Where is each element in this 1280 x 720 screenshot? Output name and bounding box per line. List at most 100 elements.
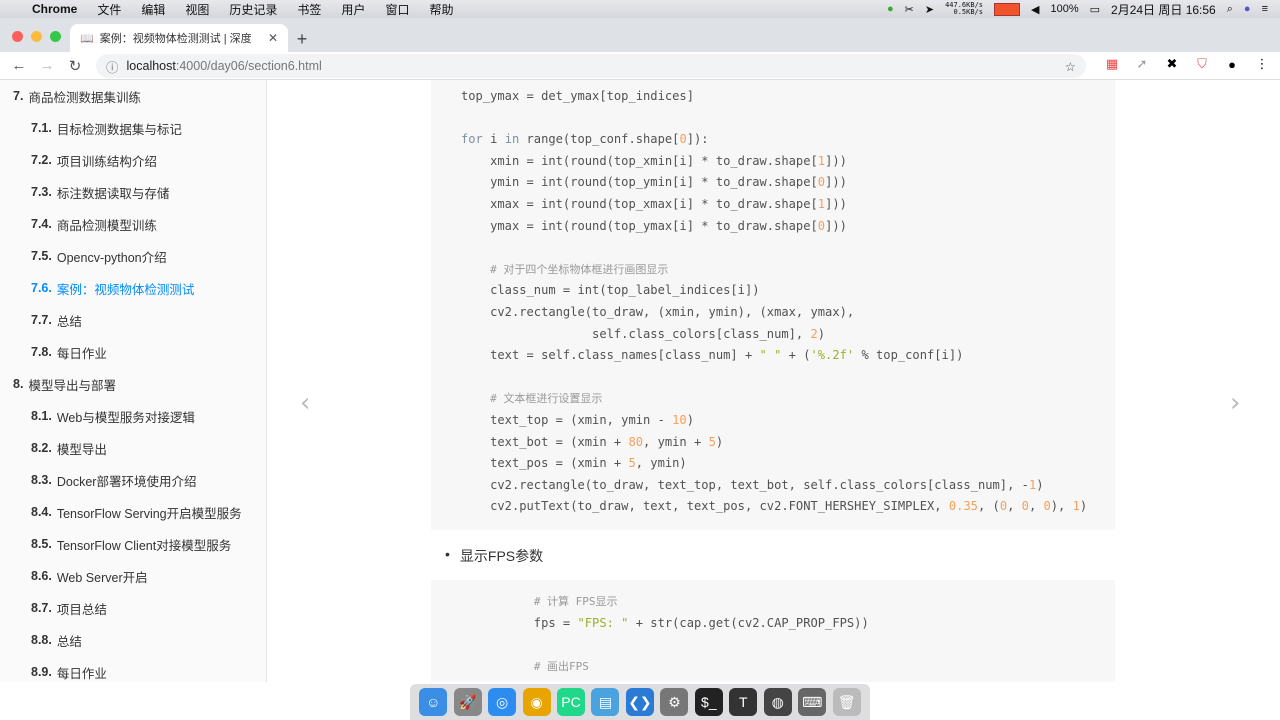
menu-view[interactable]: 视图: [185, 1, 209, 18]
bookmark-star-icon[interactable]: ☆: [1065, 59, 1076, 74]
sidebar-item[interactable]: 8.8. 总结: [0, 624, 266, 656]
menu-people[interactable]: 用户: [341, 1, 365, 18]
code-token: class_num = int(top_label_indices[i]): [461, 283, 760, 298]
code-token: ,: [1007, 499, 1022, 514]
sidebar-item[interactable]: 7.2. 项目训练结构介绍: [0, 144, 266, 176]
avatar[interactable]: ●: [1224, 57, 1240, 72]
code-token: 80: [628, 434, 644, 449]
cursor-extension-icon[interactable]: ➚: [1134, 56, 1150, 72]
sidebar-item[interactable]: 8.9. 每日作业: [0, 656, 266, 682]
dock-keyboard-viewer-icon[interactable]: ⌨: [798, 688, 827, 716]
sidebar-item-number: 8.1.: [31, 409, 52, 423]
info-icon[interactable]: ⓘ: [106, 57, 119, 76]
address-bar[interactable]: ⓘ localhost:4000/day06/section6.html ☆: [96, 54, 1086, 78]
code-token: 0: [1043, 499, 1051, 514]
paper-plane-icon[interactable]: ➤: [925, 3, 934, 16]
sidebar-item[interactable]: 8.6. Web Server开启: [0, 560, 266, 592]
dock-safari-icon[interactable]: ◎: [488, 688, 517, 716]
sidebar-item[interactable]: 8.7. 项目总结: [0, 592, 266, 624]
code-line: cv2.rectangle(to_draw, text_top, text_bo…: [461, 475, 1115, 497]
dock-terminal-icon[interactable]: $_: [694, 688, 723, 716]
sidebar-item[interactable]: 7.7. 总结: [0, 304, 266, 336]
sidebar-item-number: 8.4.: [31, 505, 52, 519]
dock-launchpad-icon[interactable]: 🚀: [453, 688, 482, 716]
datetime[interactable]: 2月24日 周日 16:56: [1111, 1, 1216, 18]
dock-vscode-icon[interactable]: ❮❯: [625, 688, 654, 716]
code-token: + (: [781, 348, 811, 363]
sidebar-item[interactable]: 7.1. 目标检测数据集与标记: [0, 112, 266, 144]
new-tab-button[interactable]: +: [290, 28, 314, 52]
chrome-menu-icon[interactable]: ⋮: [1254, 56, 1270, 72]
maximize-window-button[interactable]: [50, 31, 61, 42]
sidebar-item-number: 8.3.: [31, 473, 52, 487]
x-extension-icon[interactable]: ✖: [1164, 56, 1180, 72]
sidebar-item-label: 每日作业: [56, 666, 107, 681]
siri-icon[interactable]: ●: [1244, 3, 1251, 15]
code-token: # 文本框进行设置显示: [490, 392, 603, 406]
battery-icon[interactable]: ▭: [1090, 3, 1100, 16]
menu-app-chrome[interactable]: Chrome: [32, 2, 77, 16]
menu-file[interactable]: 文件: [97, 1, 121, 18]
sidebar-item[interactable]: 7.3. 标注数据读取与存储: [0, 176, 266, 208]
volume-icon[interactable]: ◀: [1031, 3, 1039, 16]
dock-preview-icon[interactable]: ▤: [591, 688, 620, 716]
code-token: 0: [679, 132, 687, 147]
code-token: , ymin +: [643, 434, 709, 449]
scissors-icon[interactable]: ✂: [905, 3, 914, 16]
code-token: in: [504, 132, 520, 147]
code-token: cv2.rectangle(to_draw, text_top, text_bo…: [461, 477, 1029, 492]
dock-finder-icon[interactable]: ☺: [419, 688, 448, 716]
menu-help[interactable]: 帮助: [429, 1, 453, 18]
code-line: # 对于四个坐标物体框进行画图显示: [461, 259, 1115, 281]
code-line: self.class_colors[class_num], 2): [461, 324, 1115, 346]
minimize-window-button[interactable]: [31, 31, 42, 42]
sidebar-item[interactable]: 8.1. Web与模型服务对接逻辑: [0, 400, 266, 432]
code-line: xmax = int(round(top_xmax[i] * to_draw.s…: [461, 194, 1115, 216]
menu-window[interactable]: 窗口: [385, 1, 409, 18]
dock-typora-icon[interactable]: T: [729, 688, 758, 716]
menu-bookmarks[interactable]: 书签: [297, 1, 321, 18]
sidebar-item[interactable]: 8. 模型导出与部署: [0, 368, 266, 400]
sidebar-item-label: 标注数据读取与存储: [56, 186, 170, 201]
menu-history[interactable]: 历史记录: [229, 1, 277, 18]
dock-pycharm-icon[interactable]: PC: [557, 688, 586, 716]
next-page-icon[interactable]: ›: [1230, 388, 1240, 418]
close-window-button[interactable]: [12, 31, 23, 42]
shield-extension-icon[interactable]: ⛉: [1194, 56, 1210, 72]
reload-icon[interactable]: ↻: [61, 57, 89, 75]
sidebar-item[interactable]: 8.2. 模型导出: [0, 432, 266, 464]
code-token: % top_conf[i]): [854, 348, 964, 363]
spotlight-search-icon[interactable]: ⌕: [1227, 3, 1233, 16]
code-line: fps = "FPS: " + str(cap.get(cv2.CAP_PROP…: [461, 613, 1115, 635]
office-extension-icon[interactable]: ▦: [1104, 56, 1120, 72]
sidebar-item[interactable]: 7.8. 每日作业: [0, 336, 266, 368]
sync-icon[interactable]: ●: [887, 3, 894, 15]
code-token: text_bot = (xmin +: [461, 434, 629, 449]
notification-center-icon[interactable]: ≡: [1262, 3, 1268, 15]
sidebar-item[interactable]: 8.4. TensorFlow Serving开启模型服务: [0, 496, 266, 528]
forward-icon[interactable]: →: [33, 57, 61, 74]
dock-obs-icon[interactable]: ◍: [763, 688, 792, 716]
code-token: # 对于四个坐标物体框进行画图显示: [490, 262, 669, 276]
dock-trash-icon[interactable]: 🗑: [832, 688, 861, 716]
code-token: ): [686, 412, 694, 427]
back-icon[interactable]: ←: [5, 57, 33, 74]
sidebar-item[interactable]: 8.5. TensorFlow Client对接模型服务: [0, 528, 266, 560]
tab-active[interactable]: 📖 案例：视频物体检测测试 | 深度 ✕: [70, 24, 288, 52]
sidebar-item-number: 8.6.: [31, 569, 52, 583]
code-token: 5: [708, 434, 716, 449]
sidebar-item[interactable]: 7.5. Opencv-python介绍: [0, 240, 266, 272]
sidebar-item[interactable]: 7. 商品检测数据集训练: [0, 80, 266, 112]
code-token: text = self.class_names[class_num] +: [461, 348, 760, 363]
close-tab-icon[interactable]: ✕: [268, 31, 278, 45]
code-token: 0: [817, 218, 826, 233]
menu-edit[interactable]: 编辑: [141, 1, 165, 18]
sidebar-item[interactable]: 7.6. 案例：视频物体检测测试: [0, 272, 266, 304]
sidebar-item[interactable]: 7.4. 商品检测模型训练: [0, 208, 266, 240]
dock-system-preferences-icon[interactable]: ⚙: [660, 688, 689, 716]
dock-chrome-icon[interactable]: ◉: [522, 688, 551, 716]
prev-page-icon[interactable]: ‹: [300, 388, 310, 418]
sidebar-item[interactable]: 8.3. Docker部署环境使用介绍: [0, 464, 266, 496]
